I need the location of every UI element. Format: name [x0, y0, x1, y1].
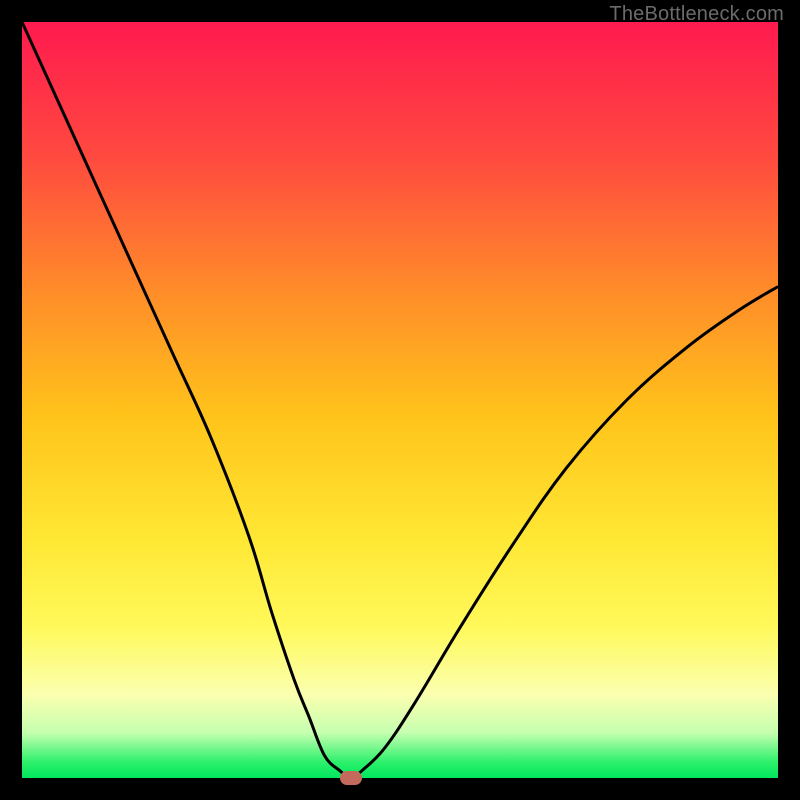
plot-area [22, 22, 778, 778]
bottleneck-curve [22, 22, 778, 778]
curve-path [22, 22, 778, 778]
optimum-marker [340, 771, 362, 785]
